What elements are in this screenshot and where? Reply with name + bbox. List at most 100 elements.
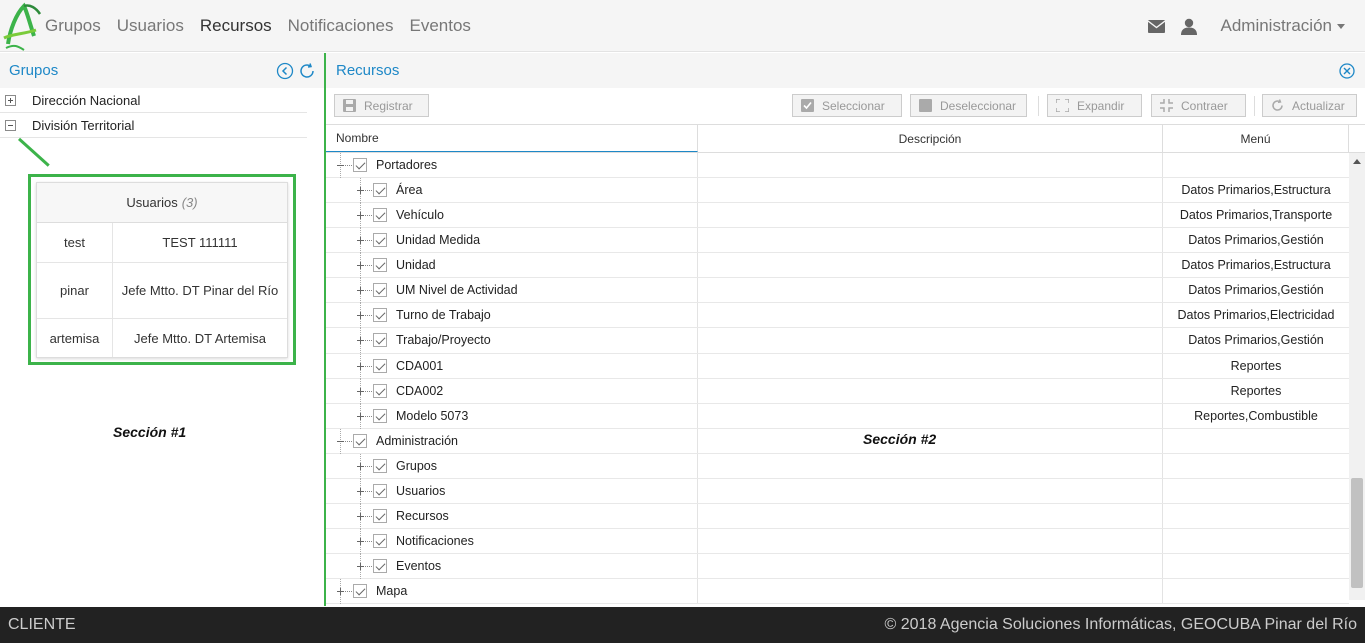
- user-icon[interactable]: [1179, 16, 1199, 36]
- nav-eventos[interactable]: Eventos: [409, 16, 470, 36]
- row-checkbox[interactable]: [373, 333, 387, 348]
- deseleccionar-button[interactable]: Deseleccionar: [910, 94, 1027, 117]
- collapse-icon[interactable]: [336, 437, 345, 446]
- row-checkbox[interactable]: [373, 533, 387, 548]
- registrar-button[interactable]: Registrar: [334, 94, 429, 117]
- expand-icon[interactable]: [356, 261, 365, 270]
- name-cell: Unidad: [326, 253, 698, 279]
- row-checkbox[interactable]: [373, 358, 387, 373]
- table-row[interactable]: test TEST 111111: [37, 223, 287, 263]
- description-cell: [698, 554, 1163, 579]
- column-header-descripcion[interactable]: Descripción: [698, 125, 1163, 152]
- menu-cell: [1163, 153, 1349, 177]
- collapse-left-icon[interactable]: [276, 62, 294, 80]
- expand-icon[interactable]: [356, 512, 365, 521]
- table-row[interactable]: Vehículo Datos Primarios,Transporte: [326, 203, 1349, 229]
- name-cell: CDA002: [326, 378, 698, 404]
- row-checkbox[interactable]: [353, 584, 367, 599]
- expandir-button[interactable]: Expandir: [1047, 94, 1142, 117]
- expand-icon[interactable]: [356, 412, 365, 421]
- column-header-nombre[interactable]: Nombre: [326, 125, 698, 152]
- expand-icon[interactable]: [356, 487, 365, 496]
- expand-icon[interactable]: [356, 362, 365, 371]
- nav-notificaciones[interactable]: Notificaciones: [288, 16, 394, 36]
- tree-item-division-territorial[interactable]: División Territorial: [0, 113, 307, 138]
- scroll-up-icon[interactable]: [1353, 159, 1361, 164]
- table-row[interactable]: Grupos: [326, 453, 1349, 479]
- nav-grupos[interactable]: Grupos: [45, 16, 101, 36]
- nav-recursos[interactable]: Recursos: [200, 16, 272, 36]
- row-checkbox[interactable]: [373, 383, 387, 398]
- row-checkbox[interactable]: [373, 258, 387, 273]
- row-checkbox[interactable]: [373, 308, 387, 323]
- table-row[interactable]: Modelo 5073 Reportes,Combustible: [326, 403, 1349, 429]
- table-row[interactable]: CDA001 Reportes: [326, 353, 1349, 379]
- resource-name: CDA002: [396, 383, 444, 398]
- row-checkbox[interactable]: [353, 433, 367, 448]
- column-header-menu[interactable]: Menú: [1163, 125, 1349, 152]
- table-row[interactable]: Unidad Datos Primarios,Estructura: [326, 253, 1349, 279]
- menu-cell: Datos Primarios,Transporte: [1179, 208, 1333, 223]
- expand-icon[interactable]: [356, 537, 365, 546]
- table-row[interactable]: Portadores: [326, 153, 1349, 179]
- expand-icon[interactable]: [5, 94, 16, 106]
- expand-icon[interactable]: [356, 562, 365, 571]
- row-checkbox[interactable]: [373, 559, 387, 573]
- app-logo[interactable]: [0, 0, 44, 52]
- expand-icon[interactable]: [356, 211, 365, 220]
- contraer-button[interactable]: Contraer: [1151, 94, 1246, 117]
- refresh-icon[interactable]: [298, 62, 316, 80]
- table-row[interactable]: UM Nivel de Actividad Datos Primarios,Ges…: [326, 278, 1349, 304]
- vertical-scrollbar[interactable]: [1349, 153, 1365, 600]
- table-row[interactable]: Usuarios: [326, 478, 1349, 504]
- table-row[interactable]: Área Datos Primarios,Estructura: [326, 178, 1349, 204]
- table-row[interactable]: Notificaciones: [326, 528, 1349, 554]
- table-row[interactable]: Recursos: [326, 503, 1349, 529]
- table-row[interactable]: Turno de Trabajo Datos Primarios,Electric…: [326, 303, 1349, 329]
- table-row[interactable]: Eventos: [326, 554, 1349, 580]
- expand-icon[interactable]: [356, 336, 365, 345]
- admin-dropdown[interactable]: Administración: [1221, 16, 1345, 36]
- seleccionar-button[interactable]: Seleccionar: [792, 94, 902, 117]
- expand-icon[interactable]: [356, 186, 365, 195]
- nav-usuarios[interactable]: Usuarios: [117, 16, 184, 36]
- expand-icon[interactable]: [356, 286, 365, 295]
- collapse-icon[interactable]: [336, 161, 345, 170]
- expand-icon[interactable]: [356, 311, 365, 320]
- expand-icon[interactable]: [356, 387, 365, 396]
- name-cell: Unidad Medida: [326, 228, 698, 254]
- scrollbar-thumb[interactable]: [1351, 478, 1363, 588]
- table-row[interactable]: pinar Jefe Mtto. DT Pinar del Río: [37, 263, 287, 319]
- collapse-icon[interactable]: [5, 119, 16, 131]
- expand-icon[interactable]: [356, 236, 365, 245]
- table-row[interactable]: CDA002 Reportes: [326, 378, 1349, 404]
- tree-item-direccion-nacional[interactable]: Dirección Nacional: [0, 88, 307, 113]
- table-row[interactable]: Mapa: [326, 579, 1349, 605]
- row-checkbox[interactable]: [373, 458, 387, 473]
- row-checkbox[interactable]: [353, 158, 367, 172]
- menu-cell: Reportes: [1230, 358, 1282, 373]
- description-cell: [698, 403, 1163, 428]
- table-row[interactable]: artemisa Jefe Mtto. DT Artemisa: [37, 319, 287, 357]
- close-icon[interactable]: [1339, 63, 1355, 79]
- table-row[interactable]: Unidad Medida Datos Primarios,Gestión: [326, 228, 1349, 254]
- name-cell: Vehículo: [326, 203, 698, 229]
- table-row[interactable]: Trabajo/Proyecto Datos Primarios,Gestión: [326, 328, 1349, 354]
- refresh-icon: [1272, 99, 1283, 111]
- row-checkbox[interactable]: [373, 483, 387, 498]
- user-login: pinar: [37, 263, 113, 318]
- expand-icon[interactable]: [356, 462, 365, 471]
- row-checkbox[interactable]: [373, 408, 387, 423]
- expand-icon[interactable]: [336, 587, 345, 596]
- row-checkbox[interactable]: [373, 508, 387, 523]
- row-checkbox[interactable]: [373, 183, 387, 198]
- row-checkbox[interactable]: [373, 208, 387, 223]
- actualizar-button[interactable]: Actualizar: [1262, 94, 1357, 117]
- row-checkbox[interactable]: [373, 283, 387, 298]
- row-checkbox[interactable]: [373, 233, 387, 248]
- toolbar-divider: [1254, 96, 1255, 116]
- envelope-icon[interactable]: [1147, 16, 1167, 36]
- section-1-label: Sección #1: [113, 424, 187, 440]
- menu-cell: [1163, 454, 1349, 478]
- table-row[interactable]: Administración: [326, 428, 1349, 454]
